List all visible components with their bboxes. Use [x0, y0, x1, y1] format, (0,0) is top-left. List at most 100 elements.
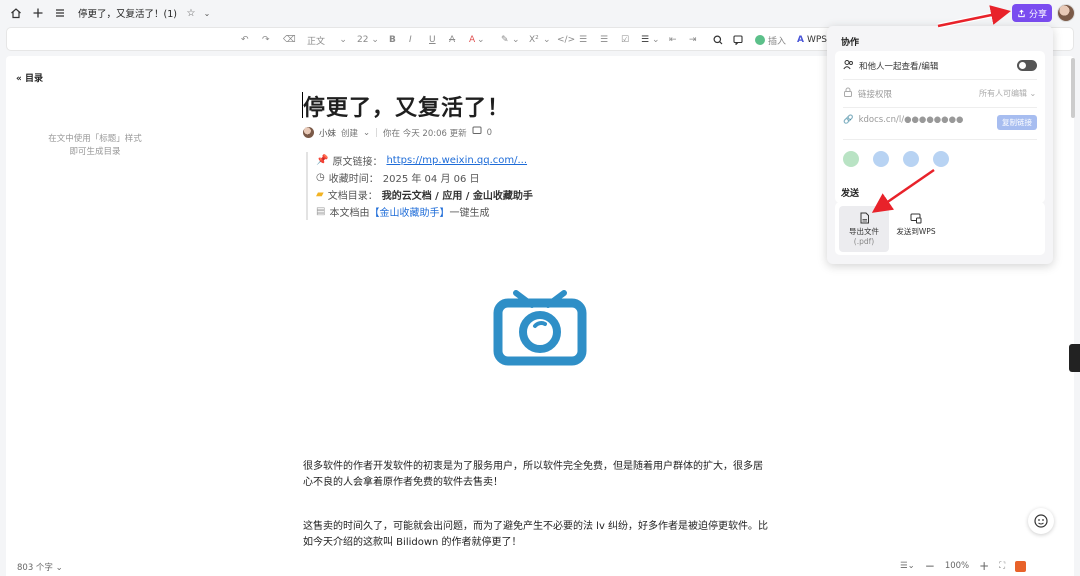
paragraph-style-select[interactable]: 正文 ⌄ — [307, 32, 347, 48]
highlight-icon[interactable]: ✎ — [501, 32, 509, 48]
link-permission-row[interactable]: 链接权限 — [843, 87, 892, 100]
divider — [843, 107, 1037, 108]
star-icon[interactable]: ☆ — [183, 5, 199, 21]
export-format: (.pdf) — [853, 237, 875, 246]
ordered-list-icon[interactable]: ☰ — [579, 32, 587, 48]
collab-toggle-row[interactable]: 和他人一起查看/编辑 — [843, 59, 938, 73]
settings-icon[interactable] — [991, 6, 1005, 20]
toc-toggle[interactable]: « 目录 — [16, 71, 43, 84]
chevron-down-icon[interactable]: ⌄ — [199, 5, 215, 21]
author-name[interactable]: 小妹 — [319, 127, 336, 139]
document-title[interactable]: 停更了，又复活了！(1) — [78, 6, 177, 20]
doc-dir-line: ▰ 文档目录： 我的云文档 / 应用 / 金山收藏助手 — [316, 186, 533, 203]
chevron-down-icon[interactable]: ⌄ — [652, 32, 660, 48]
underline-icon[interactable]: U — [429, 32, 436, 48]
paragraph[interactable]: 很多软件的作者开发软件的初衷是为了服务用户，所以软件完全免费，但是随着用户群体的… — [303, 459, 773, 491]
zoom-in-icon[interactable]: + — [979, 559, 989, 573]
collab-toggle-label: 和他人一起查看/编辑 — [859, 62, 939, 72]
file-icon — [860, 212, 869, 224]
align-icon[interactable]: ☰ — [641, 32, 649, 48]
doc-dir-value: 我的云文档 / 应用 / 金山收藏助手 — [381, 191, 533, 202]
generated-by-app[interactable]: 【金山收藏助手】 — [369, 204, 449, 219]
zoom-controls: ☰⌄ − 100% + ⛶ — [900, 559, 1027, 573]
toc-hint-line: 即可生成目录 — [69, 147, 121, 157]
paragraph-line: 很多软件的作者开发软件的初衷是为了服务用户，所以软件完全免费，但是随着用户群体的… — [303, 461, 763, 472]
play-icon[interactable] — [1015, 560, 1027, 572]
bullet-list-icon[interactable]: ☰ — [600, 32, 608, 48]
comment-count-icon[interactable] — [472, 126, 482, 139]
insert-icon — [755, 35, 765, 45]
bold-icon[interactable]: B — [389, 32, 396, 48]
zoom-out-icon[interactable]: − — [925, 559, 935, 573]
indent-increase-icon[interactable]: ⇥ — [689, 32, 697, 48]
scrollbar[interactable] — [1071, 58, 1075, 118]
folder-icon: ▰ — [316, 189, 324, 200]
font-size-label: 22 — [357, 35, 369, 45]
toc-title: 目录 — [24, 74, 43, 84]
code-icon[interactable]: </> — [557, 32, 575, 48]
fullscreen-icon[interactable]: ⛶ — [999, 561, 1005, 571]
document-meta: 小妹 创建 ⌄ | 你在 今天 20:06 更新 0 — [303, 126, 492, 139]
export-label: 导出文件 — [849, 227, 879, 236]
assistant-icon[interactable] — [1028, 508, 1054, 534]
font-color-icon[interactable]: A — [469, 32, 475, 48]
font-size-select[interactable]: 22 ⌄ — [357, 32, 379, 48]
paragraph-line: 这售卖的时间久了，可能就会出问题，而为了避免产生不必要的法 lv 纠纷，好多作者… — [303, 521, 769, 532]
undo-icon[interactable]: ↶ — [241, 32, 249, 48]
share-icon — [1018, 9, 1025, 17]
document-heading[interactable]: 停更了，又复活了！ — [301, 90, 510, 122]
redo-icon[interactable]: ↷ — [262, 32, 270, 48]
users-icon — [843, 59, 854, 73]
chevron-down-icon[interactable]: ⌄ — [363, 128, 370, 138]
toc-hint-line: 在文中使用「标题」样式 — [48, 134, 142, 144]
send-wps-label: 发送到WPS — [896, 227, 936, 236]
zoom-level[interactable]: 100% — [945, 561, 969, 571]
contacts-share-icon[interactable] — [933, 151, 949, 167]
dingtalk-share-icon[interactable] — [903, 151, 919, 167]
collapse-left-icon: « — [16, 74, 22, 84]
word-count-label: 803 个字 — [17, 563, 53, 573]
italic-icon[interactable]: I — [409, 32, 412, 48]
tv-logo-image[interactable] — [490, 283, 590, 373]
meta-divider: | — [375, 127, 379, 138]
collab-toggle[interactable] — [1017, 60, 1037, 71]
source-link[interactable]: https://mp.weixin.qq.com/... — [386, 155, 527, 166]
link-permission-select[interactable]: 所有人可编辑 ⌄ — [979, 88, 1036, 99]
wechat-share-icon[interactable] — [843, 151, 859, 167]
send-to-wps-button[interactable]: 发送到WPS — [891, 206, 941, 252]
divider — [843, 79, 1037, 80]
paragraph-line: 如今天介绍的这款叫 Bilidown 的作者就停更了！ — [303, 537, 522, 548]
layout-icon[interactable]: ☰⌄ — [900, 561, 915, 571]
collab-section-title: 协作 — [841, 38, 860, 48]
comment-icon[interactable] — [733, 32, 743, 48]
new-tab-icon[interactable] — [30, 5, 46, 21]
chevron-down-icon: ⌄ — [1029, 89, 1037, 98]
toc-hint: 在文中使用「标题」样式 即可生成目录 — [40, 133, 150, 159]
copy-link-button[interactable]: 复制链接 — [997, 115, 1037, 130]
paragraph[interactable]: 这售卖的时间久了，可能就会出问题，而为了避免产生不必要的法 lv 纠纷，好多作者… — [303, 519, 773, 551]
chevron-down-icon[interactable]: ⌄ — [543, 32, 551, 48]
user-avatar[interactable] — [1057, 4, 1075, 22]
wps-ai-button[interactable]: A WPS — [797, 32, 827, 48]
side-panel-tab[interactable] — [1069, 344, 1080, 372]
wps-label: WPS — [806, 35, 828, 45]
checkbox-icon[interactable]: ☑ — [621, 32, 629, 48]
search-icon[interactable] — [713, 32, 723, 48]
qq-share-icon[interactable] — [873, 151, 889, 167]
share-link-url[interactable]: kdocs.cn/l/●●●●●●●● — [859, 115, 964, 125]
share-popup: 协作 和他人一起查看/编辑 链接权限 所有人可编辑 ⌄ 🔗 kdocs.cn/l… — [827, 26, 1053, 264]
format-painter-icon[interactable]: ⌫ — [283, 32, 296, 48]
indent-decrease-icon[interactable]: ⇤ — [669, 32, 677, 48]
word-count[interactable]: 803 个字 ⌄ — [17, 561, 63, 573]
share-button[interactable]: 分享 — [1012, 4, 1052, 22]
chevron-down-icon[interactable]: ⌄ — [512, 32, 520, 48]
chevron-down-icon[interactable]: ⌄ — [477, 32, 485, 48]
paragraph-style-label: 正文 — [307, 36, 326, 47]
menu-icon[interactable] — [52, 5, 68, 21]
export-pdf-button[interactable]: 导出文件 (.pdf) — [839, 206, 889, 252]
strikethrough-icon[interactable]: A — [449, 32, 455, 48]
superscript-icon[interactable]: X² — [529, 32, 539, 48]
insert-button[interactable]: 插入 — [755, 32, 786, 48]
home-icon[interactable] — [8, 5, 24, 21]
send-card: 导出文件 (.pdf) 发送到WPS — [835, 202, 1045, 255]
